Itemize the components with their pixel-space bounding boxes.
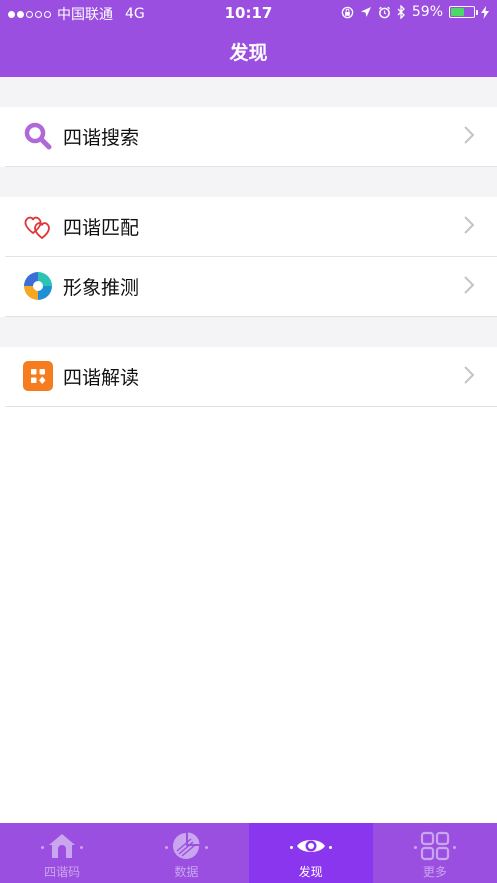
battery-icon (449, 6, 478, 18)
tab-data[interactable]: 数据 (124, 823, 248, 883)
section-gap (0, 317, 497, 347)
rotation-lock-icon (341, 6, 354, 18)
list-item-label: 四谐搜索 (63, 127, 140, 149)
list-item-label: 形象推测 (63, 277, 140, 299)
chevron-right-icon (464, 366, 475, 384)
status-bar: 中国联通 4G 10:17 59% (0, 0, 497, 26)
hearts-icon (24, 216, 50, 240)
list-item-interpret[interactable]: 四谐解读 (5, 347, 497, 407)
list-item-match[interactable]: 四谐匹配 (5, 197, 497, 257)
nav-bar: 发现 (0, 26, 497, 77)
grid-icon (420, 831, 449, 861)
tab-label: 四谐码 (44, 865, 81, 879)
tab-label: 更多 (422, 865, 447, 879)
chevron-right-icon (464, 126, 475, 144)
chevron-right-icon (464, 216, 475, 234)
tab-home[interactable]: 四谐码 (0, 823, 124, 883)
eye-icon (296, 840, 325, 852)
chevron-right-icon (464, 276, 475, 294)
tab-discover[interactable]: 发现 (248, 823, 373, 883)
tab-label: 数据 (174, 865, 199, 879)
tab-more[interactable]: 更多 (373, 823, 497, 883)
alarm-icon (378, 6, 390, 18)
tab-label: 发现 (298, 865, 323, 879)
pie-chart-icon (173, 832, 200, 859)
home-icon (49, 834, 76, 858)
list-item-label: 四谐解读 (63, 367, 140, 389)
battery-percent: 59% (411, 4, 443, 20)
bluetooth-icon (397, 5, 405, 19)
tab-bar: 四谐码 数据 发现 更多 (0, 823, 497, 883)
section-gap (0, 167, 497, 197)
aperture-icon (24, 272, 52, 300)
discover-list: 四谐搜索 四谐匹配 形象推测 四谐解读 (0, 77, 497, 823)
list-item-search[interactable]: 四谐搜索 (5, 107, 497, 167)
location-icon (360, 7, 371, 17)
apps-grid-icon (23, 361, 53, 391)
charging-bolt-icon (481, 5, 489, 19)
list-item-label: 四谐匹配 (63, 217, 140, 239)
section-gap (0, 77, 497, 107)
status-right: 59% (341, 4, 489, 20)
list-item-image-guess[interactable]: 形象推测 (5, 257, 497, 317)
search-icon (24, 122, 52, 150)
page-title: 发现 (229, 42, 268, 64)
